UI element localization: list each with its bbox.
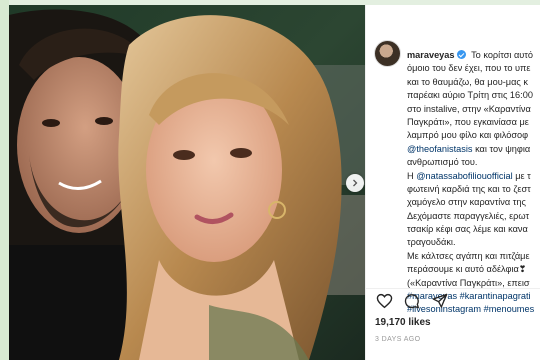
caption-text: και τον ψηφια bbox=[472, 143, 531, 154]
carousel-next-button[interactable] bbox=[346, 174, 364, 192]
post-photo[interactable] bbox=[9, 5, 365, 360]
mention-link-natassabofiliou[interactable]: @natassabofiliouofficial bbox=[416, 171, 513, 181]
like-button[interactable] bbox=[375, 292, 393, 310]
caption-line: στο instalive, στην «Καραντίνα bbox=[407, 103, 531, 114]
share-button[interactable] bbox=[431, 292, 449, 310]
caption-line-1: maraveyas Το κορίτσι αυτό bbox=[407, 49, 540, 62]
likes-count[interactable]: 19,170 likes bbox=[375, 317, 431, 328]
caption-line: τσακίρ κέφι σας λέμε και κανα bbox=[407, 224, 528, 235]
heart-icon bbox=[376, 293, 392, 309]
comment-button[interactable] bbox=[403, 292, 421, 310]
caption-line: Παγκράτι», που εγκαινίασα με bbox=[407, 116, 529, 127]
chevron-right-icon bbox=[353, 179, 358, 187]
post-header bbox=[374, 39, 401, 67]
comment-icon bbox=[404, 294, 419, 309]
mention-link-theofanistasis[interactable]: @theofanistasis bbox=[407, 144, 473, 154]
post-actions bbox=[375, 292, 449, 310]
photo-illustration bbox=[9, 5, 365, 360]
caption-line: παρέακι αύριο Τρίτη στις 16:00 bbox=[407, 90, 533, 101]
caption-text: με τ bbox=[512, 170, 531, 181]
caption-line: Δεχόμαστε παραγγελιές, ερωτ bbox=[407, 210, 530, 221]
frame-left-strip bbox=[0, 0, 9, 360]
caption-text: Η bbox=[407, 170, 417, 181]
post-timestamp[interactable]: 3 DAYS AGO bbox=[375, 336, 421, 343]
divider bbox=[366, 288, 540, 289]
caption-line: τραγουδάκι. bbox=[407, 237, 456, 248]
avatar[interactable] bbox=[374, 39, 401, 67]
caption-line: Με κάλτσες αγάπη και πιτζάμε bbox=[407, 250, 530, 261]
username-link[interactable]: maraveyas bbox=[407, 50, 455, 60]
caption-line: περάσουμε κι αυτό αδέλφια❣ bbox=[407, 264, 527, 275]
caption-line: φωτεινή καρδιά της και το ζεστ bbox=[407, 183, 531, 194]
caption-line: χαμόγελο στην καραντίνα της bbox=[407, 197, 526, 208]
caption-line-mention: @theofanistasis και τον ψηφια bbox=[407, 143, 540, 156]
share-icon bbox=[432, 293, 448, 308]
post-caption: maraveyas Το κορίτσι αυτό όμοιο του δεν … bbox=[407, 49, 540, 317]
caption-line: και το θαυμάζω, θα μου-μας κ bbox=[407, 76, 528, 87]
caption-line: ανθρωπισμό του. bbox=[407, 157, 478, 168]
caption-text: Το κορίτσι αυτό bbox=[471, 50, 534, 60]
caption-line: λαμπρό μου φίλο και φιλόσοφ bbox=[407, 130, 529, 141]
caption-line: όμοιο του δεν έχει, που το υπε bbox=[407, 63, 531, 74]
post-details-panel: maraveyas Το κορίτσι αυτό όμοιο του δεν … bbox=[365, 5, 540, 360]
caption-line-mention: Η @natassabofiliouofficial με τ bbox=[407, 170, 540, 183]
verified-badge-icon bbox=[456, 50, 466, 59]
